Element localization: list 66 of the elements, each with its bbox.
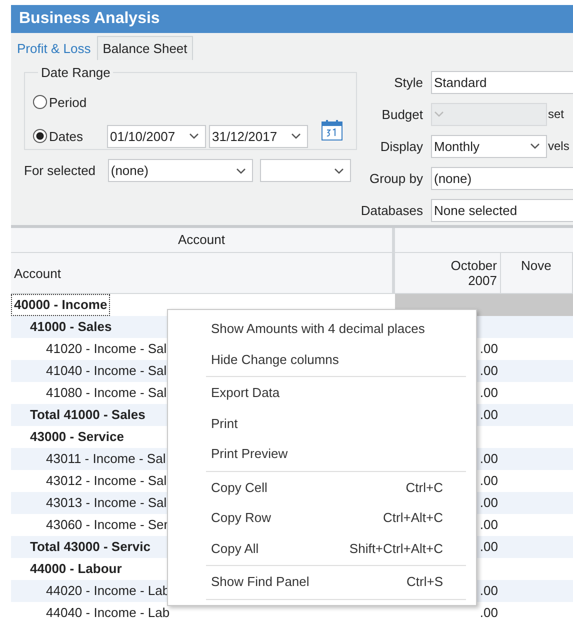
radio-label: Dates: [49, 128, 84, 144]
setting-label: Databases: [360, 202, 423, 218]
setting-label: Style: [393, 74, 423, 90]
table-cell-text: 41000 - Sales: [29, 318, 113, 336]
date-field[interactable]: 01/10/2007: [107, 124, 206, 148]
amount: .00: [480, 583, 498, 598]
calendar-icon[interactable]: [321, 119, 343, 141]
table-cell-text: 44040 - Income - Lab: [45, 604, 171, 619]
chevron-icon: [291, 133, 301, 139]
amount: .00: [480, 473, 498, 488]
table-cell-text: 43060 - Income - Ser: [45, 516, 170, 534]
table-cell-text: 41020 - Income - Sal: [45, 340, 168, 358]
amount: .00: [480, 517, 498, 532]
menu-item[interactable]: Print Preview: [168, 439, 476, 470]
menu-item[interactable]: Copy Cell Ctrl+C: [168, 472, 476, 503]
radio-button[interactable]: [33, 95, 47, 109]
menu-item[interactable]: Copy All Shift+Ctrl+Alt+C: [168, 534, 476, 564]
setting-field[interactable]: (none): [431, 166, 573, 190]
chevron-icon: [334, 168, 344, 174]
amount: .00: [480, 341, 498, 356]
setting-field[interactable]: Standard: [431, 70, 573, 94]
for-selected-label: For selected: [24, 163, 97, 178]
table-cell-text: 41080 - Income - Sal: [45, 384, 168, 402]
table-cell-text: 43013 - Income - Sal: [45, 494, 168, 512]
window-title: Business Analysis: [11, 5, 573, 33]
table-cell-text: 43012 - Income - Sal: [45, 472, 168, 490]
table-cell-text: 43011 - Income - Sal: [45, 450, 167, 468]
setting-label: set: [548, 107, 564, 121]
for-selected-field[interactable]: (none): [108, 159, 254, 182]
amount: .00: [480, 605, 498, 619]
setting-label: Group by: [368, 170, 423, 186]
setting-field[interactable]: Monthly: [431, 134, 547, 158]
amount: .00: [480, 385, 498, 400]
amount: .00: [480, 363, 498, 378]
menu-item[interactable]: Hide Change columns: [168, 344, 476, 375]
chevron-icon: [530, 143, 540, 149]
radio-button[interactable]: [33, 129, 47, 143]
group-title: Date Range: [38, 65, 114, 80]
chevron-icon: [236, 168, 246, 174]
menu-item[interactable]: Show Amounts with 4 decimal places: [168, 314, 476, 344]
tab[interactable]: Balance Sheet: [96, 36, 194, 60]
setting-label: vels: [548, 139, 570, 153]
table-cell-text: Total 43000 - Servic: [29, 538, 152, 556]
secondary-field[interactable]: [260, 159, 351, 182]
radio-label: Period: [49, 94, 88, 110]
table-cell-text: 44000 - Labour: [29, 560, 123, 578]
setting-label: Budget: [380, 106, 423, 122]
amount: .00: [480, 407, 498, 422]
amount: .00: [480, 539, 498, 554]
amount: .00: [480, 451, 498, 466]
setting-field[interactable]: None selected: [431, 198, 573, 222]
date-field[interactable]: 31/12/2017: [209, 124, 308, 148]
table-cell-text: 41040 - Income - Sal: [45, 362, 168, 380]
menu-item[interactable]: Show Find Panel Ctrl+S: [168, 567, 476, 598]
table-cell-text: Total 41000 - Sales: [29, 406, 146, 424]
amount: .00: [480, 495, 498, 510]
chevron-icon: [189, 133, 199, 139]
column-header[interactable]: Nove: [501, 253, 573, 293]
table-cell-text: 43000 - Service: [29, 428, 125, 446]
chevron-icon: [434, 111, 444, 117]
menu-item[interactable]: Export Data: [168, 378, 476, 408]
column-header[interactable]: October 2007: [395, 253, 501, 293]
menu-item[interactable]: Copy Row Ctrl+Alt+C: [168, 503, 476, 534]
menu-item[interactable]: Print: [168, 408, 476, 439]
table-cell: 40000 - Income: [11, 294, 110, 316]
setting-label: Display: [379, 138, 423, 154]
